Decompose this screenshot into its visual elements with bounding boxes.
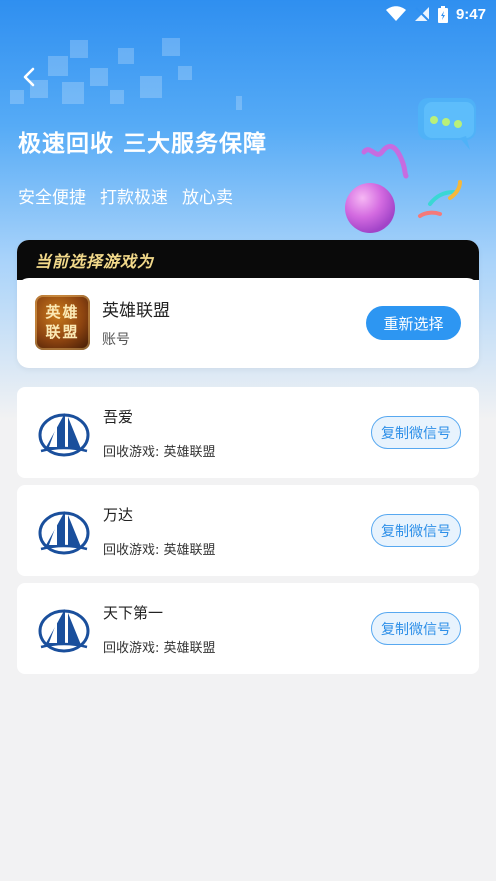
hero-title: 极速回收 三大服务保障	[18, 131, 268, 157]
hero-features: 安全便捷 打款极速 放心卖	[18, 183, 233, 208]
feature-fast-payment: 打款极速	[100, 188, 168, 208]
copy-wechat-button[interactable]: 复制微信号	[371, 514, 461, 547]
confetti-icon	[418, 180, 462, 218]
merchant-name: 万达	[103, 505, 134, 524]
no-signal-icon	[414, 7, 430, 22]
chevron-left-icon	[23, 67, 35, 87]
merchant-info: 天下第一 回收游戏: 英雄联盟	[103, 602, 216, 656]
feature-safe: 安全便捷	[18, 188, 86, 208]
game-icon-text-line2: 联盟	[45, 323, 80, 341]
wifi-icon	[385, 6, 406, 21]
merchant-name: 天下第一	[103, 603, 164, 622]
squiggle-icon	[361, 144, 409, 179]
back-button[interactable]	[14, 62, 44, 92]
clock: 9:47	[455, 5, 486, 23]
game-name: 英雄联盟	[102, 300, 170, 321]
feature-reassurance: 放心卖	[182, 188, 233, 208]
chat-bubble-icon	[418, 98, 476, 150]
merchant-game: 回收游戏: 英雄联盟	[103, 640, 216, 656]
current-game-card: 当前选择游戏为 英雄 联盟 英雄联盟 账号 重新选择	[17, 240, 479, 368]
sphere-icon	[345, 183, 395, 233]
reselect-button[interactable]: 重新选择	[366, 306, 461, 340]
merchant-info: 万达 回收游戏: 英雄联盟	[103, 504, 216, 558]
game-meta: 英雄联盟 账号	[102, 296, 170, 349]
sailboat-logo-icon	[38, 412, 90, 456]
sailboat-logo-icon	[38, 510, 90, 554]
merchant-info: 吾爱 回收游戏: 英雄联盟	[103, 406, 216, 460]
sailboat-logo-icon	[38, 608, 90, 652]
copy-wechat-button[interactable]: 复制微信号	[371, 416, 461, 449]
game-icon-text-line1: 英雄	[45, 303, 80, 321]
merchant-name: 吾爱	[103, 407, 134, 426]
game-icon: 英雄 联盟	[35, 294, 90, 350]
game-type: 账号	[102, 331, 130, 348]
merchant-game: 回收游戏: 英雄联盟	[103, 542, 216, 558]
merchant-item: 万达 回收游戏: 英雄联盟 复制微信号	[17, 485, 479, 576]
copy-wechat-button[interactable]: 复制微信号	[371, 612, 461, 645]
current-game-header: 当前选择游戏为	[17, 240, 479, 280]
merchant-item: 天下第一 回收游戏: 英雄联盟 复制微信号	[17, 583, 479, 674]
current-game-body: 英雄 联盟 英雄联盟 账号 重新选择	[17, 278, 479, 366]
page: 9:47 极速回收 三大服务保障 安全便捷 打款极速 放心卖 当前选择游戏为 英…	[0, 0, 496, 881]
merchant-game: 回收游戏: 英雄联盟	[103, 444, 216, 460]
merchant-item: 吾爱 回收游戏: 英雄联盟 复制微信号	[17, 387, 479, 478]
battery-icon	[437, 5, 448, 23]
status-bar: 9:47	[0, 0, 496, 28]
